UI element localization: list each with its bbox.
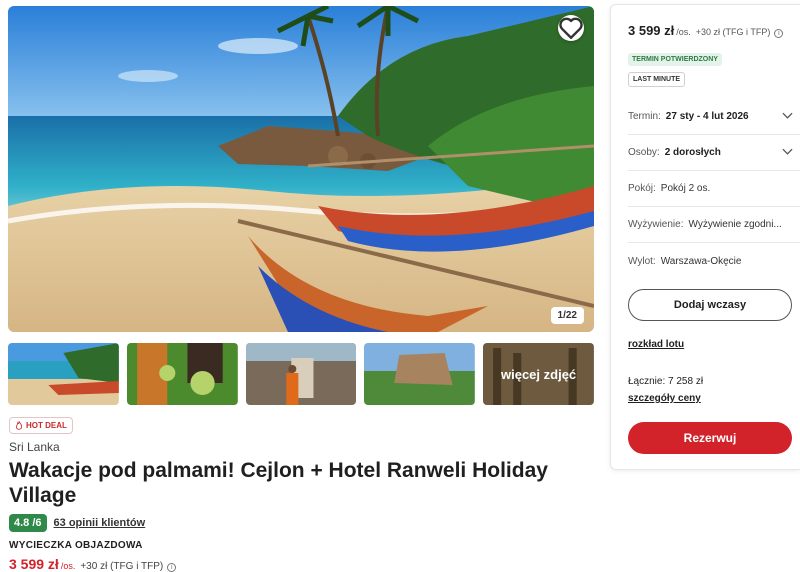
- departure-field[interactable]: Wylot: Warszawa-Okęcie: [628, 243, 800, 279]
- reviews-link[interactable]: 63 opinii klientów: [54, 517, 146, 529]
- trip-type: WYCIECZKA OBJAZDOWA: [9, 540, 143, 551]
- booking-card: 3 599 zł /os. +30 zł (TFG i TFP) i TERMI…: [610, 4, 800, 470]
- chevron-down-icon: [782, 112, 793, 119]
- thumbnail-image: [8, 343, 119, 405]
- hot-deal-badge: HOT DEAL: [9, 417, 73, 434]
- price-unit: /os.: [60, 561, 76, 571]
- more-photos-label: więcej zdjęć: [483, 343, 594, 405]
- departure-value: Warszawa-Okęcie: [660, 255, 742, 267]
- thumbnail-image: [364, 343, 476, 405]
- thumbnail-image: [126, 343, 238, 405]
- gallery-counter: 1/22: [550, 307, 584, 324]
- flight-schedule-link[interactable]: rozkład lotu: [628, 339, 684, 350]
- thumbnail-beach[interactable]: [8, 343, 119, 405]
- total-price: Łącznie: 7 258 zł: [628, 376, 704, 387]
- thumbnail-tea-picking[interactable]: [126, 343, 238, 405]
- booking-price-amount: 3 599 zł: [628, 23, 675, 38]
- booking-price-unit: /os.: [676, 27, 691, 37]
- thumbnail-strip: więcej zdjęć: [8, 343, 594, 405]
- info-icon[interactable]: i: [774, 29, 784, 38]
- board-value: Wyżywienie zgodni...: [688, 219, 782, 230]
- destination-country: Sri Lanka: [9, 440, 60, 454]
- chevron-down-icon: [782, 148, 793, 155]
- price-extra: +30 zł (TFG i TFP): [80, 561, 164, 572]
- last-minute-tag: LAST MINUTE: [628, 72, 686, 87]
- booking-price-extra: +30 zł (TFG i TFP): [695, 27, 771, 37]
- people-value: 2 dorosłych: [664, 147, 721, 158]
- board-field[interactable]: Wyżywienie: Wyżywienie zgodni...: [628, 207, 800, 243]
- departure-label: Wylot:: [628, 255, 656, 267]
- add-vacation-button[interactable]: Dodaj wczasy: [628, 289, 792, 321]
- info-icon[interactable]: i: [167, 563, 177, 572]
- term-select[interactable]: Termin: 27 sty - 4 lut 2026: [628, 99, 800, 135]
- flame-icon: [15, 421, 23, 430]
- rating-badge: 4.8 /6: [9, 514, 47, 532]
- book-button[interactable]: Rezerwuj: [628, 422, 792, 454]
- offer-price: 3 599 zł /os. +30 zł (TFG i TFP) i: [9, 556, 177, 572]
- thumbnail-image: [245, 343, 357, 405]
- rating-row: 4.8 /6 63 opinii klientów: [9, 514, 145, 532]
- price-amount: 3 599 zł: [9, 556, 59, 572]
- offer-title: Wakacje pod palmami! Cejlon + Hotel Ranw…: [9, 459, 548, 507]
- booking-price: 3 599 zł /os. +30 zł (TFG i TFP) i: [628, 23, 784, 38]
- favorite-button[interactable]: [558, 15, 584, 41]
- thumbnail-rock[interactable]: [364, 343, 476, 405]
- confirmed-term-tag: TERMIN POTWIERDZONY: [628, 53, 722, 66]
- room-label: Pokój:: [628, 183, 656, 194]
- hot-deal-label: HOT DEAL: [26, 421, 67, 430]
- term-label: Termin:: [628, 111, 661, 122]
- room-value: Pokój 2 os.: [660, 183, 711, 194]
- main-gallery-image[interactable]: 1/22: [8, 6, 594, 332]
- heart-outline-icon: [559, 17, 583, 39]
- thumbnail-monk[interactable]: [245, 343, 357, 405]
- room-field[interactable]: Pokój: Pokój 2 os.: [628, 171, 800, 207]
- people-label: Osoby:: [628, 147, 660, 158]
- price-details-link[interactable]: szczegóły ceny: [628, 393, 701, 404]
- thumbnail-more-photos[interactable]: więcej zdjęć: [483, 343, 594, 405]
- board-label: Wyżywienie:: [628, 219, 684, 230]
- people-select[interactable]: Osoby: 2 dorosłych: [628, 135, 800, 171]
- beach-photo: [8, 6, 594, 332]
- term-value: 27 sty - 4 lut 2026: [665, 111, 749, 122]
